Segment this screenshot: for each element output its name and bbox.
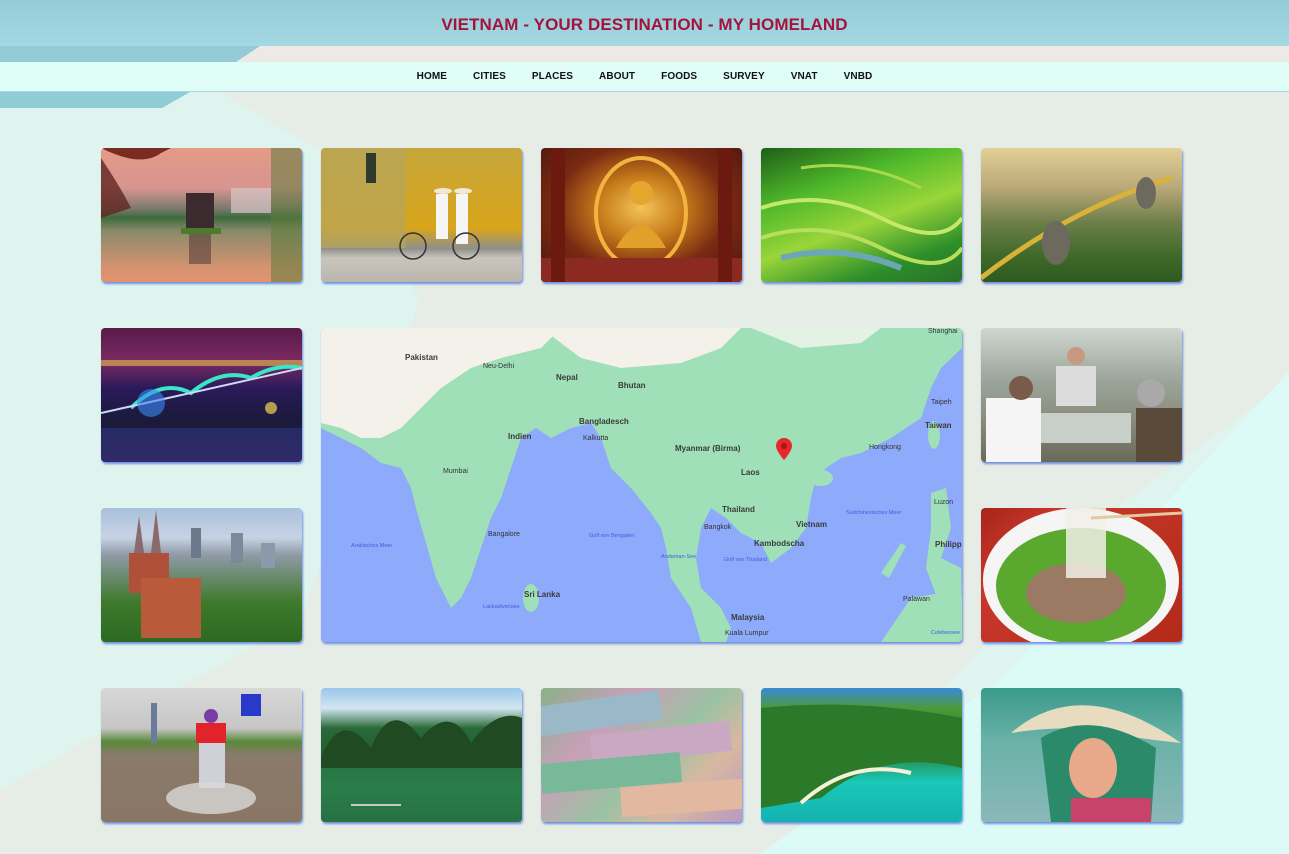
nav-vnbd[interactable]: VNBD bbox=[844, 71, 873, 82]
map-label-sea: Südchinesisches Meer bbox=[846, 510, 902, 516]
photo-conical-hat-woman-icon bbox=[1011, 705, 1181, 822]
map-label-country: Pakistan bbox=[405, 353, 438, 362]
map-pin-icon[interactable] bbox=[776, 438, 792, 460]
photo-dragon-bridge-icon bbox=[101, 360, 302, 462]
nav-survey[interactable]: SURVEY bbox=[723, 71, 765, 82]
photo-dragon-bridge[interactable] bbox=[101, 328, 302, 462]
nav-home[interactable]: HOME bbox=[417, 71, 447, 82]
photo-golden-buddha-icon bbox=[541, 148, 742, 282]
map-label-country: Vietnam bbox=[796, 520, 827, 529]
map-label-country: Nepal bbox=[556, 373, 578, 382]
map-label-city: Mumbai bbox=[443, 468, 468, 475]
map-label-city: Luzon bbox=[934, 499, 954, 506]
map-label-country: Philippi bbox=[935, 540, 962, 549]
map-label-city: Shanghai bbox=[928, 328, 958, 335]
embedded-map[interactable]: Pakistan Neu-Delhi Nepal Bhutan Indien Bangla… bbox=[321, 328, 962, 642]
map-label-city: Neu-Delhi bbox=[483, 363, 515, 370]
photo-banknotes[interactable] bbox=[541, 688, 742, 822]
map-label-city: Bangalore bbox=[488, 531, 520, 538]
map-label-city: Hongkong bbox=[869, 444, 901, 451]
background-shape-teal bbox=[0, 92, 190, 108]
map-label-country: Indien bbox=[508, 432, 532, 441]
nav-places[interactable]: PLACES bbox=[532, 71, 573, 82]
map-label-country: Thailand bbox=[722, 505, 755, 514]
photo-pho-bowl-icon bbox=[983, 508, 1182, 642]
map-label-country: Kambodscha bbox=[754, 539, 805, 548]
map-label-sea: Golf von Bengalen bbox=[589, 533, 635, 539]
map-label-sea: Celebessee bbox=[931, 630, 961, 636]
header-band-accent bbox=[0, 46, 260, 62]
main-navigation: HOME CITIES PLACES ABOUT FOODS SURVEY VN… bbox=[0, 62, 1289, 92]
nav-about[interactable]: ABOUT bbox=[599, 71, 635, 82]
map-label-country: Bhutan bbox=[618, 381, 646, 390]
map-label-city: Kuala Lumpur bbox=[725, 630, 769, 637]
photo-lake-pagoda-icon bbox=[101, 148, 302, 282]
photo-pho-bowl[interactable] bbox=[981, 508, 1182, 642]
map-label-country: Myanmar (Birma) bbox=[675, 444, 741, 453]
photo-golden-bridge[interactable] bbox=[981, 148, 1182, 282]
nav-cities[interactable]: CITIES bbox=[473, 71, 506, 82]
photo-cathedral-icon bbox=[129, 510, 275, 638]
photo-flooded-street-icon bbox=[151, 694, 261, 814]
map-label-country: Bangladesch bbox=[579, 417, 629, 426]
nav-foods[interactable]: FOODS bbox=[661, 71, 697, 82]
photo-halong-bay[interactable] bbox=[321, 688, 522, 822]
site-header: VIETNAM - YOUR DESTINATION - MY HOMELAND bbox=[0, 0, 1289, 46]
map-label-city: Palawan bbox=[903, 596, 930, 603]
photo-flooded-street[interactable] bbox=[101, 688, 302, 822]
photo-ao-dai-bicycle[interactable] bbox=[321, 148, 522, 282]
map-label-city: Taipeh bbox=[931, 399, 952, 406]
photo-street-dining[interactable] bbox=[981, 328, 1182, 462]
photo-halong-bay-icon bbox=[321, 715, 522, 822]
photo-island-beach-icon bbox=[761, 704, 962, 808]
map-label-sea: Andaman-See bbox=[661, 554, 697, 560]
photo-hoan-kiem-lake[interactable] bbox=[101, 148, 302, 282]
map-label-sea: Arabisches Meer bbox=[351, 543, 393, 549]
photo-banknotes-icon bbox=[541, 689, 742, 818]
map-label-city: Bangkok bbox=[704, 524, 732, 531]
map-label-country: Malaysia bbox=[731, 613, 765, 622]
photo-golden-bridge-icon bbox=[981, 175, 1172, 280]
photo-ao-dai-bicycle-icon bbox=[321, 148, 480, 260]
map-label-country: Laos bbox=[741, 468, 760, 477]
site-title: VIETNAM - YOUR DESTINATION - MY HOMELAND bbox=[441, 15, 848, 34]
photo-rice-terraces[interactable] bbox=[761, 148, 962, 282]
map-label-sea: Lakkadivensee bbox=[483, 604, 520, 610]
photo-island-beach[interactable] bbox=[761, 688, 962, 822]
photo-golden-buddha[interactable] bbox=[541, 148, 742, 282]
map-label-country: Taiwan bbox=[925, 421, 952, 430]
photo-rice-terraces-icon bbox=[761, 164, 962, 271]
photo-street-dining-icon bbox=[986, 347, 1182, 462]
map-label-country: Sri Lanka bbox=[524, 590, 561, 599]
photo-cathedral[interactable] bbox=[101, 508, 302, 642]
map-landmass bbox=[321, 328, 962, 642]
map-label-sea: Golf von Thailand bbox=[724, 557, 768, 563]
map-label-city: Kalkutta bbox=[583, 435, 609, 442]
photo-conical-hat-woman[interactable] bbox=[981, 688, 1182, 822]
nav-vnat[interactable]: VNAT bbox=[791, 71, 818, 82]
